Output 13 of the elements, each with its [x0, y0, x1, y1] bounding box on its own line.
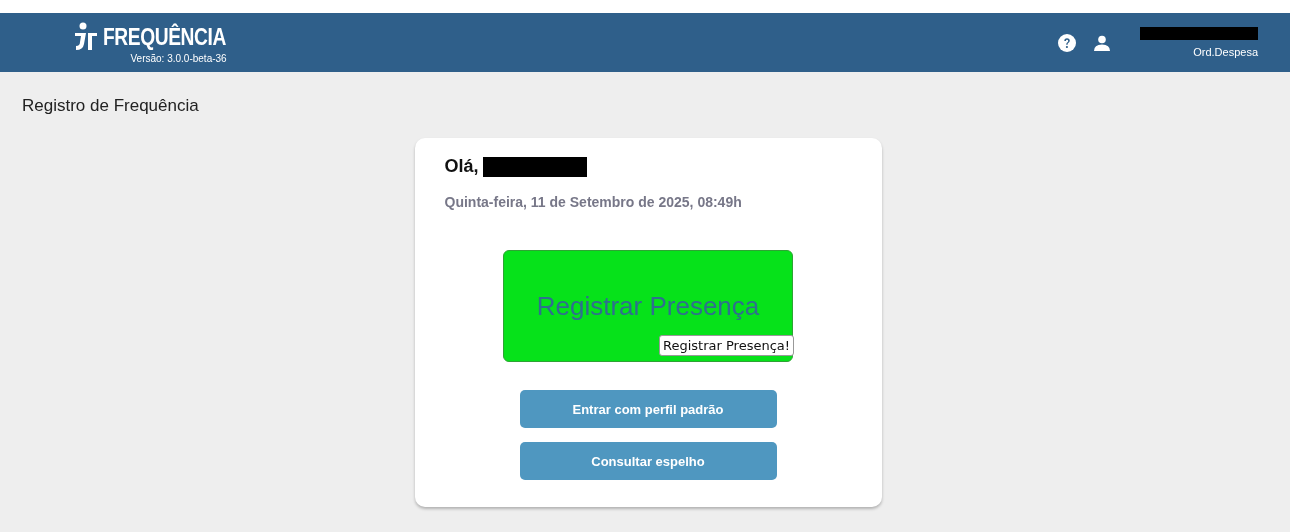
date-text: Quinta-feira, 11 de Setembro de 2025, 08:49h — [444, 194, 743, 210]
page-title: Registro de Frequência — [22, 96, 199, 116]
user-role: Ord.Despesa — [1193, 46, 1258, 58]
tooltip: Registrar Presença! — [659, 335, 794, 356]
help-icon[interactable] — [1058, 33, 1076, 52]
greeting-text: Olá, — [444, 156, 479, 177]
user-icon[interactable] — [1094, 34, 1110, 51]
action-button[interactable]: Consultar espelho — [519, 442, 777, 480]
version-text: Versão: 3.0.0-beta-36 — [130, 52, 227, 64]
action-button[interactable]: Entrar com perfil padrão — [519, 390, 777, 428]
app-name: FREQUÊNCIA — [103, 22, 226, 51]
running-figure-logo-icon — [72, 21, 98, 52]
register-presence-button[interactable]: Registrar Presença Registrar Presença! — [503, 250, 793, 362]
